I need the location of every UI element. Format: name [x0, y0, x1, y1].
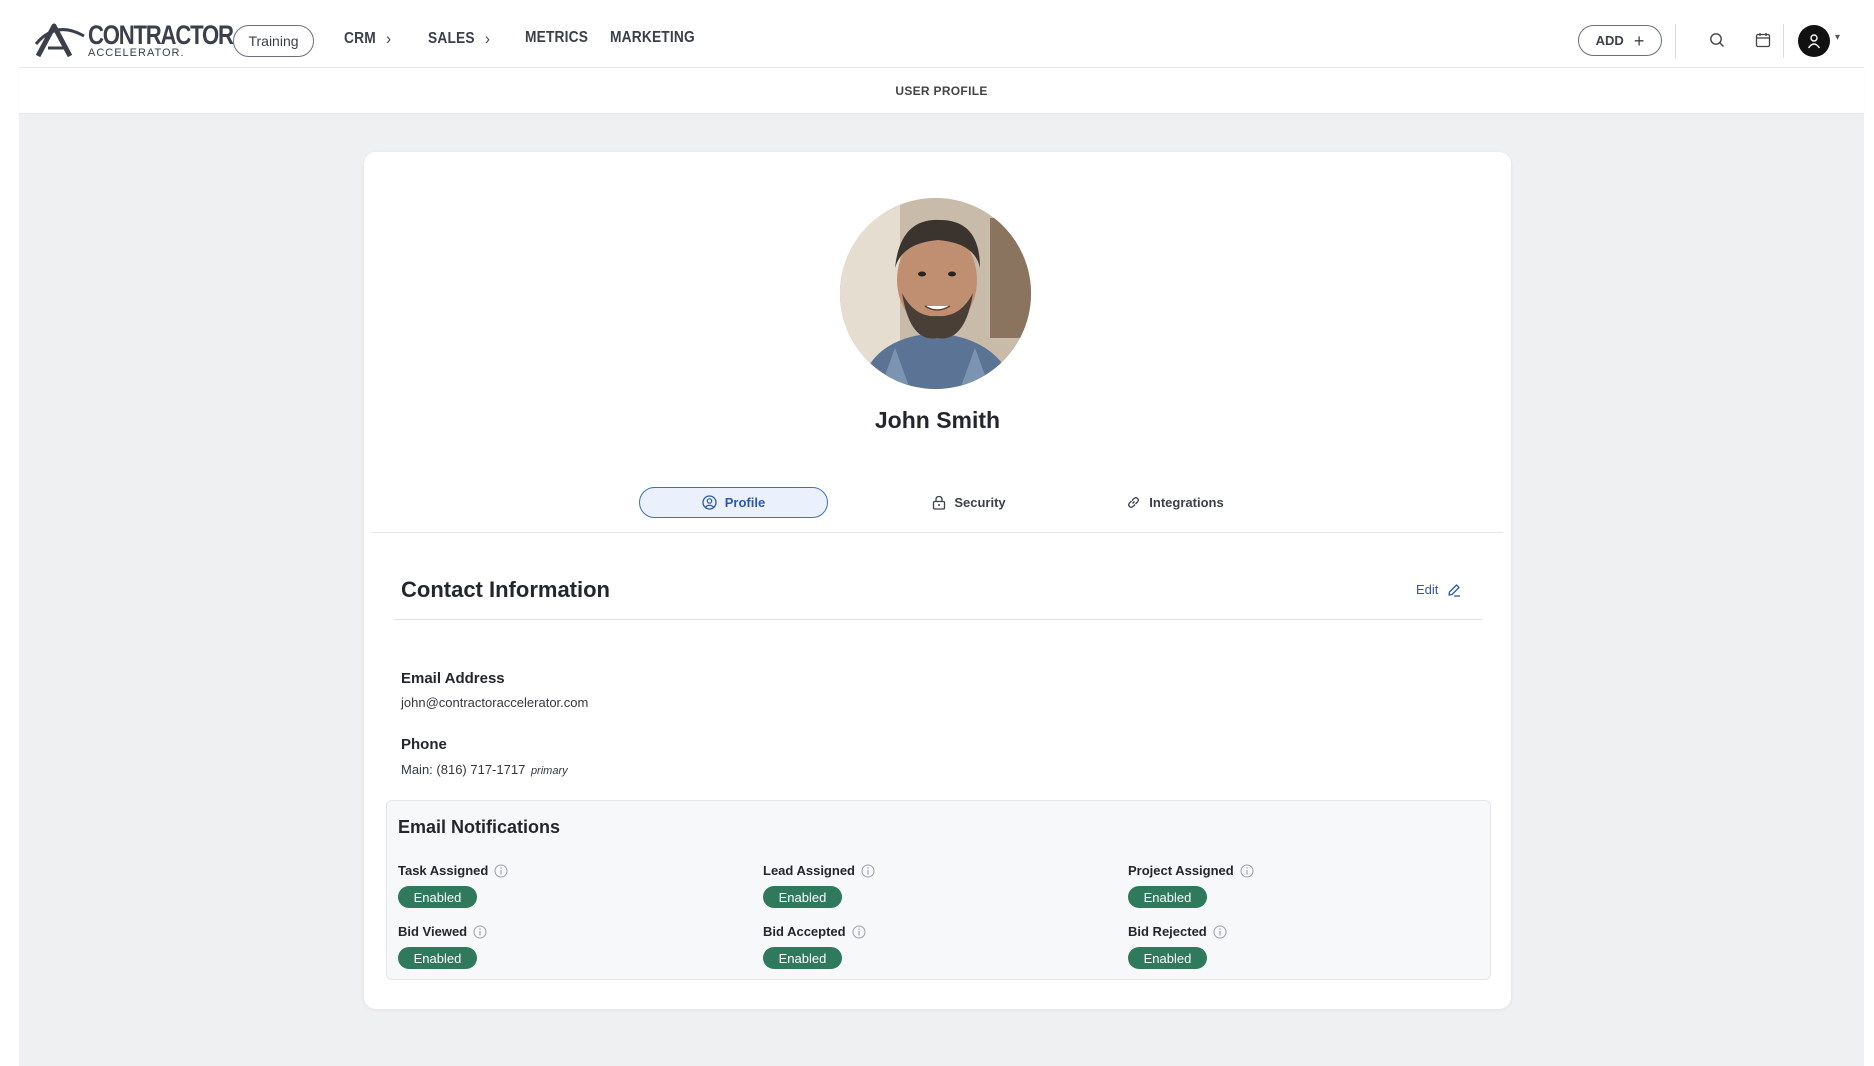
divider	[1675, 24, 1676, 58]
phone-number: Main: (816) 717-1717	[401, 762, 526, 777]
training-button[interactable]: Training	[233, 25, 314, 57]
phone-value: Main: (816) 717-1717 primary	[401, 762, 568, 777]
profile-photo	[840, 198, 1031, 389]
profile-tabs: Profile Security Integrations	[372, 487, 1503, 533]
notification-label: Task Assigned	[398, 863, 508, 878]
tab-profile[interactable]: Profile	[639, 487, 828, 518]
page-title: USER PROFILE	[895, 84, 988, 98]
status-badge[interactable]: Enabled	[1128, 947, 1207, 969]
lock-icon	[932, 495, 946, 510]
add-button[interactable]: ADD +	[1578, 25, 1662, 56]
chevron-right-icon: ›	[386, 29, 392, 48]
info-icon[interactable]	[861, 864, 875, 878]
chevron-down-icon[interactable]: ▾	[1835, 32, 1840, 43]
info-icon[interactable]	[1213, 925, 1227, 939]
email-notifications-panel: Email Notifications Task Assigned Enable…	[386, 800, 1491, 980]
profile-card: John Smith Profile Security Integrations…	[364, 152, 1511, 1009]
user-avatar-icon[interactable]	[1798, 25, 1830, 57]
nav-metrics-label: METRICS	[525, 29, 589, 46]
search-icon[interactable]	[1706, 29, 1728, 51]
notification-lead-assigned: Lead Assigned Enabled	[763, 863, 1063, 913]
notification-bid-accepted: Bid Accepted Enabled	[763, 924, 1063, 974]
notification-label: Project Assigned	[1128, 863, 1254, 878]
logo-subtext: ACCELERATOR.	[88, 47, 185, 59]
add-button-label: ADD	[1595, 33, 1624, 48]
section-divider	[394, 619, 1482, 620]
profile-photo-image	[840, 198, 1031, 389]
status-badge[interactable]: Enabled	[398, 886, 477, 908]
nav-crm[interactable]: CRM ›	[344, 29, 391, 49]
nav-crm-label: CRM	[344, 30, 376, 47]
user-circle-icon	[702, 495, 717, 510]
notification-label-text: Bid Viewed	[398, 924, 468, 939]
phone-primary-tag: primary	[530, 765, 568, 777]
divider	[1783, 24, 1784, 58]
tab-integrations[interactable]: Integrations	[1090, 487, 1260, 518]
tab-profile-label: Profile	[724, 495, 766, 510]
status-badge[interactable]: Enabled	[398, 947, 477, 969]
status-badge[interactable]: Enabled	[763, 886, 842, 908]
notification-label-text: Bid Rejected	[1128, 924, 1207, 939]
top-navigation-bar: CONTRACTOR ACCELERATOR. Training CRM › S…	[19, 0, 1864, 68]
nav-marketing[interactable]: MARKETING	[610, 29, 695, 47]
pencil-icon	[1447, 583, 1461, 597]
notification-bid-rejected: Bid Rejected Enabled	[1128, 924, 1428, 974]
notification-label: Lead Assigned	[763, 863, 875, 878]
tab-integrations-label: Integrations	[1149, 495, 1224, 510]
plus-icon: +	[1633, 30, 1645, 51]
tab-security[interactable]: Security	[889, 487, 1049, 518]
notification-label-text: Bid Accepted	[763, 924, 846, 939]
status-badge[interactable]: Enabled	[763, 947, 842, 969]
link-icon	[1126, 495, 1141, 510]
info-icon[interactable]	[1240, 864, 1254, 878]
notification-task-assigned: Task Assigned Enabled	[398, 863, 698, 913]
page-subheader: USER PROFILE	[19, 68, 1864, 114]
nav-sales[interactable]: SALES ›	[428, 29, 490, 49]
status-badge[interactable]: Enabled	[1128, 886, 1207, 908]
nav-metrics[interactable]: METRICS	[525, 29, 588, 47]
notification-label-text: Lead Assigned	[763, 863, 855, 878]
notification-label: Bid Accepted	[763, 924, 866, 939]
user-name: John Smith	[874, 407, 1001, 433]
notification-label-text: Project Assigned	[1128, 863, 1234, 878]
contact-information-title: Contact Information	[401, 577, 610, 602]
nav-sales-label: SALES	[428, 30, 475, 47]
logo-text: CONTRACTOR	[88, 20, 234, 50]
email-address-label: Email Address	[401, 670, 505, 687]
nav-marketing-label: MARKETING	[610, 29, 695, 46]
email-address-value: john@contractoraccelerator.com	[401, 695, 589, 710]
notification-label: Bid Viewed	[398, 924, 487, 939]
notification-project-assigned: Project Assigned Enabled	[1128, 863, 1428, 913]
notification-bid-viewed: Bid Viewed Enabled	[398, 924, 698, 974]
chevron-right-icon: ›	[485, 29, 491, 48]
contractor-accelerator-logo[interactable]: CONTRACTOR ACCELERATOR.	[34, 20, 234, 60]
tab-security-label: Security	[954, 495, 1006, 510]
email-notifications-title: Email Notifications	[398, 817, 561, 837]
calendar-icon[interactable]	[1752, 29, 1774, 51]
phone-label: Phone	[401, 736, 447, 753]
edit-label: Edit	[1416, 582, 1439, 597]
notification-label-text: Task Assigned	[398, 863, 489, 878]
logo-mark-icon	[34, 23, 85, 58]
info-icon[interactable]	[852, 925, 866, 939]
notification-label: Bid Rejected	[1128, 924, 1227, 939]
edit-contact-button[interactable]: Edit	[1416, 582, 1461, 597]
info-icon[interactable]	[473, 925, 487, 939]
info-icon[interactable]	[494, 864, 508, 878]
